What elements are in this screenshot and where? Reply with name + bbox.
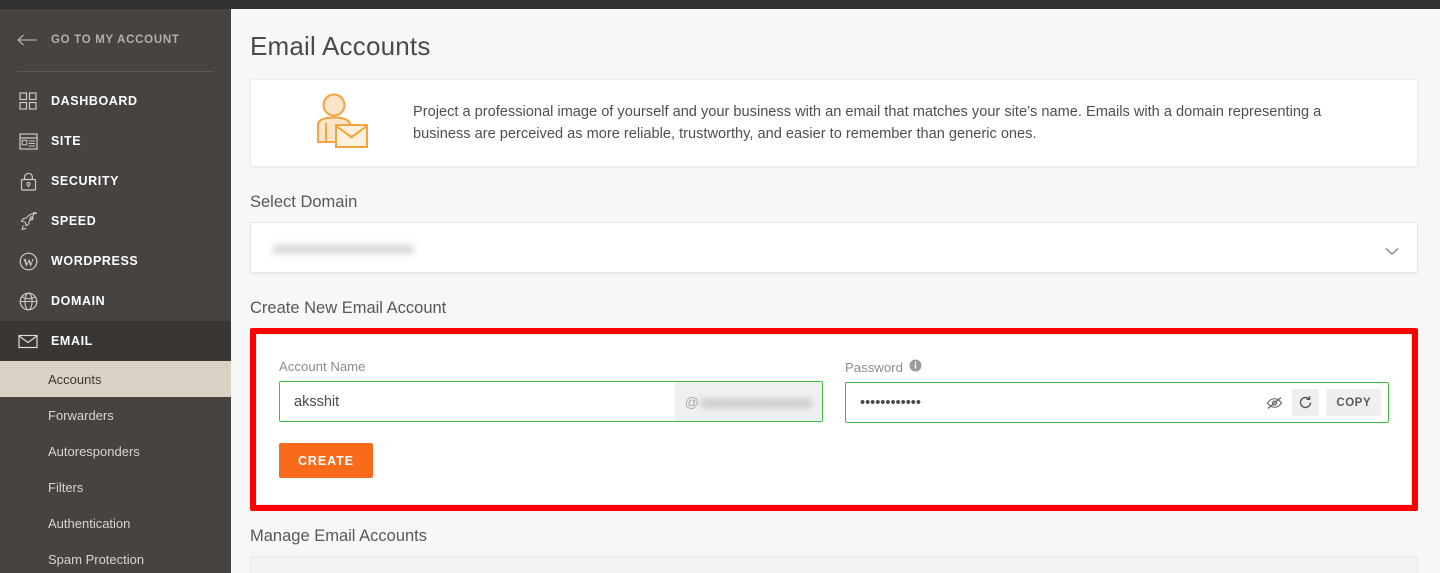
sidebar-item-security[interactable]: SECURITY <box>0 161 231 201</box>
domain-select-dropdown[interactable]: xxxxxxxxxxxxxxxxxxx <box>250 222 1418 273</box>
password-label: Password <box>845 359 1389 375</box>
sidebar-item-email[interactable]: EMAIL <box>0 321 231 361</box>
at-symbol: @ <box>684 393 699 410</box>
sidebar-item-label: EMAIL <box>51 334 93 348</box>
account-name-domain-suffix: @ xxxxxxxxxxxxxxx <box>674 382 822 421</box>
window-layout-icon <box>17 130 39 152</box>
account-name-label: Account Name <box>279 359 823 374</box>
sidebar-subitem-label: Autoresponders <box>48 443 140 459</box>
grid-icon <box>17 90 39 112</box>
select-domain-label: Select Domain <box>250 193 358 211</box>
sidebar-subitem-label: Authentication <box>48 515 131 531</box>
sidebar: GO TO MY ACCOUNT DASHBOARD SITE SECURITY <box>0 0 231 573</box>
main-content: Email Accounts Project a professional im… <box>231 9 1440 573</box>
manage-accounts-table <box>250 556 1418 573</box>
sidebar-item-speed[interactable]: SPEED <box>0 201 231 241</box>
sidebar-item-domain[interactable]: DOMAIN <box>0 281 231 321</box>
create-button[interactable]: CREATE <box>279 443 373 478</box>
domain-select-value: xxxxxxxxxxxxxxxxxxx <box>273 239 414 256</box>
lock-icon <box>17 170 39 192</box>
manage-section-label: Manage Email Accounts <box>250 527 428 545</box>
account-name-input[interactable] <box>280 382 675 421</box>
sidebar-item-label: SPEED <box>51 214 97 228</box>
create-section-label: Create New Email Account <box>250 299 447 317</box>
password-label-text: Password <box>845 359 903 375</box>
sidebar-subitem-label: Filters <box>48 479 84 495</box>
sidebar-subitem-autoresponders[interactable]: Autoresponders <box>0 433 231 469</box>
promo-text: Project a professional image of yourself… <box>413 103 1322 142</box>
sidebar-item-dashboard[interactable]: DASHBOARD <box>0 81 231 121</box>
password-input-shell[interactable]: COPY <box>845 382 1389 423</box>
arrow-left-icon <box>17 33 39 47</box>
create-account-highlight-box: Account Name @ xxxxxxxxxxxxxxx <box>250 328 1418 511</box>
create-account-card: Account Name @ xxxxxxxxxxxxxxx <box>256 334 1412 505</box>
refresh-icon[interactable] <box>1292 389 1320 416</box>
go-to-my-account-link[interactable]: GO TO MY ACCOUNT <box>0 9 231 71</box>
account-name-label-text: Account Name <box>279 359 366 374</box>
chevron-down-icon <box>1385 243 1399 256</box>
page-title: Email Accounts <box>250 31 431 61</box>
sidebar-subitem-authentication[interactable]: Authentication <box>0 505 231 541</box>
sidebar-item-label: WORDPRESS <box>51 254 139 268</box>
sidebar-item-label: SITE <box>51 134 82 148</box>
info-icon[interactable] <box>909 359 922 375</box>
account-name-field-group: Account Name @ xxxxxxxxxxxxxxx <box>279 359 823 423</box>
envelope-icon <box>17 330 39 352</box>
sidebar-subitem-label: Spam Protection <box>48 551 145 567</box>
person-with-envelope-icon <box>307 92 373 154</box>
sidebar-subitem-label: Accounts <box>48 371 102 387</box>
rocket-icon <box>17 210 39 232</box>
copy-password-button[interactable]: COPY <box>1326 389 1381 416</box>
svg-text:W: W <box>23 257 34 269</box>
sidebar-subitem-forwarders[interactable]: Forwarders <box>0 397 231 433</box>
sidebar-subitem-filters[interactable]: Filters <box>0 469 231 505</box>
sidebar-item-label: DOMAIN <box>51 294 106 308</box>
eye-slash-icon[interactable] <box>1263 392 1285 414</box>
sidebar-divider <box>17 71 214 72</box>
top-bar <box>0 0 1440 9</box>
account-name-domain-value: xxxxxxxxxxxxxxx <box>701 393 812 410</box>
account-name-input-shell[interactable]: @ xxxxxxxxxxxxxxx <box>279 381 823 422</box>
sidebar-item-label: SECURITY <box>51 174 120 188</box>
sidebar-item-wordpress[interactable]: W WORDPRESS <box>0 241 231 281</box>
password-actions: COPY <box>1259 383 1388 422</box>
sidebar-item-site[interactable]: SITE <box>0 121 231 161</box>
promo-banner: Project a professional image of yourself… <box>250 79 1418 167</box>
sidebar-subitem-label: Forwarders <box>48 407 114 423</box>
sidebar-subitem-accounts[interactable]: Accounts <box>0 361 231 397</box>
go-to-my-account-label: GO TO MY ACCOUNT <box>51 34 180 46</box>
sidebar-subitem-spam-protection[interactable]: Spam Protection <box>0 541 231 573</box>
globe-icon <box>17 290 39 312</box>
password-input[interactable] <box>846 383 1260 422</box>
wordpress-icon: W <box>17 250 39 272</box>
sidebar-item-label: DASHBOARD <box>51 94 138 108</box>
app-root: GO TO MY ACCOUNT DASHBOARD SITE SECURITY <box>0 0 1440 573</box>
password-field-group: Password •••••••••••• COPY <box>845 359 1389 423</box>
